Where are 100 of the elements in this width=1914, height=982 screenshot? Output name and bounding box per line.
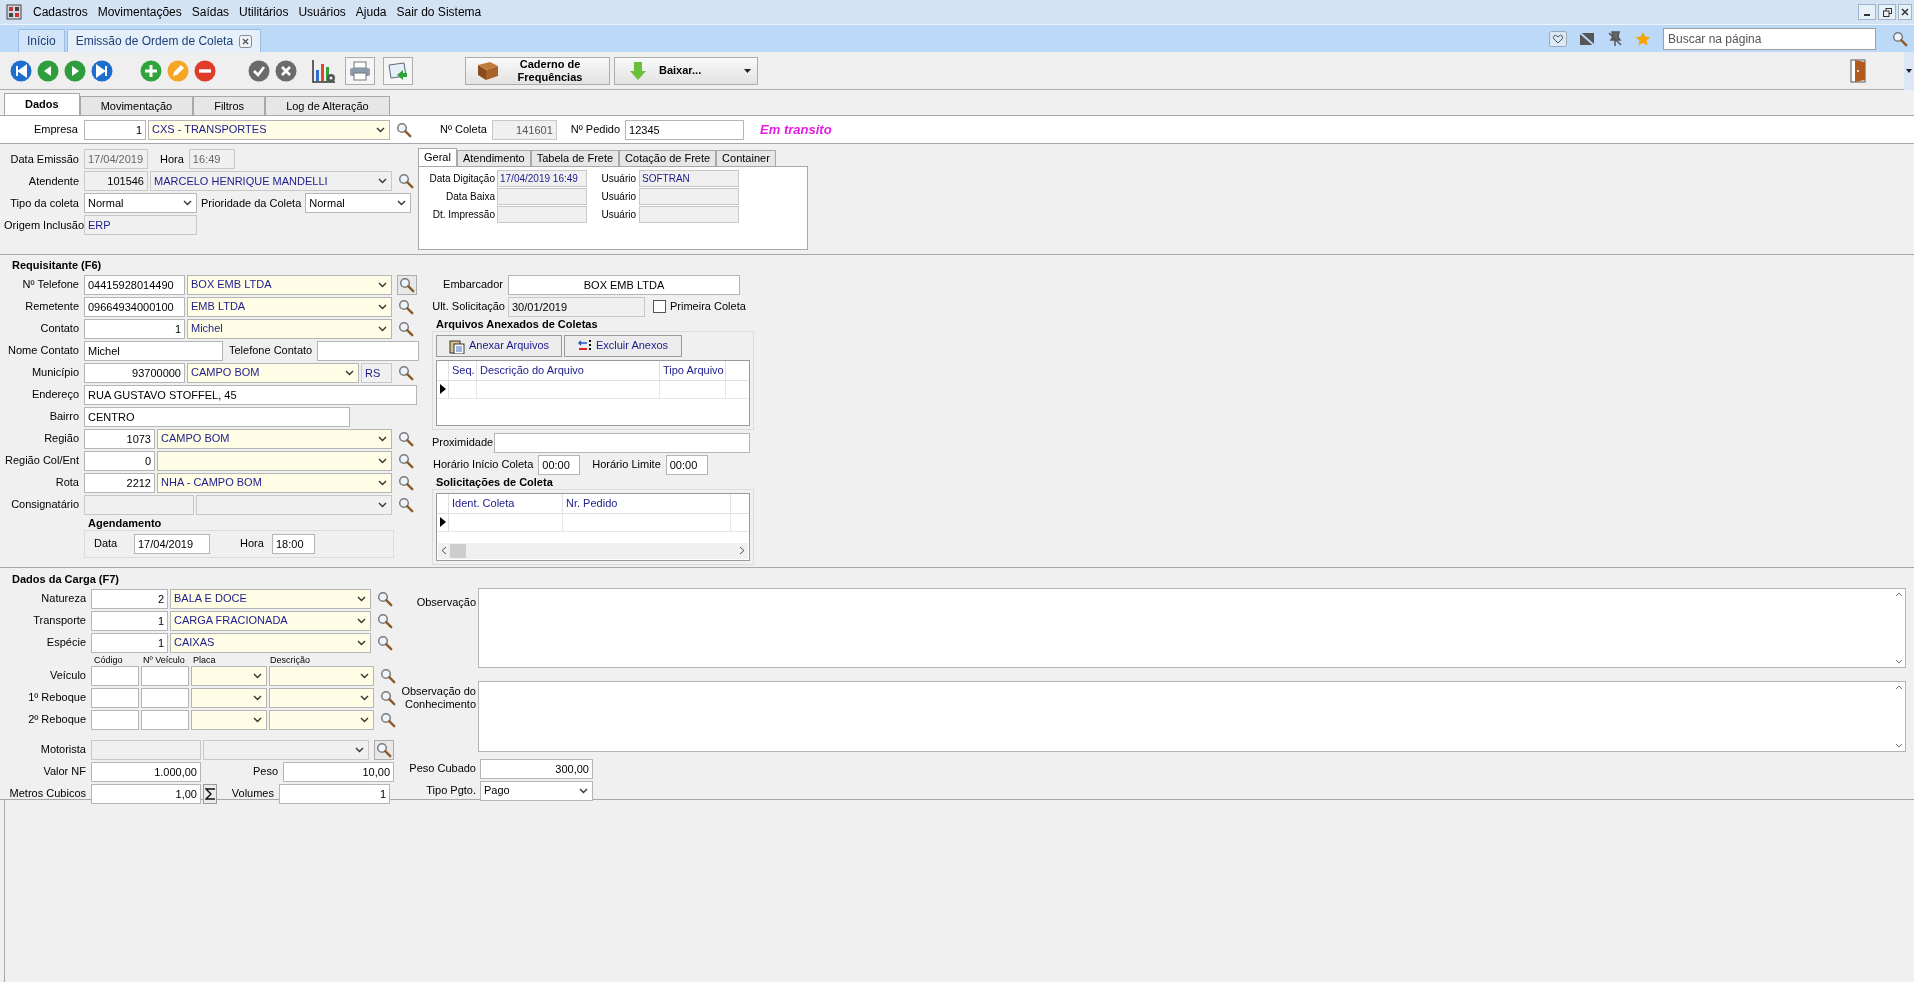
- data-grid[interactable]: Ident. Coleta Nr. Pedido: [436, 492, 750, 561]
- document-tab[interactable]: Emissão de Ordem de Coleta: [66, 29, 262, 52]
- column-header[interactable]: Seq.: [449, 360, 477, 380]
- download-button[interactable]: Baixar...: [614, 56, 758, 85]
- info-tab[interactable]: Geral: [418, 148, 457, 166]
- printer-button[interactable]: [345, 56, 375, 85]
- dropdown-field[interactable]: BALA E DOCE: [170, 588, 371, 609]
- text-field[interactable]: [141, 687, 189, 708]
- close-tab-icon[interactable]: [239, 34, 253, 48]
- text-field[interactable]: 17/04/2019: [84, 149, 148, 169]
- attach-files-button[interactable]: Anexar Arquivos: [436, 334, 562, 357]
- text-field[interactable]: [91, 709, 139, 730]
- menu-item[interactable]: Sair do Sistema: [391, 3, 487, 21]
- text-field[interactable]: [91, 739, 201, 760]
- minimize-button[interactable]: [1858, 4, 1876, 20]
- text-field[interactable]: 18:00: [272, 533, 315, 554]
- export-button[interactable]: [383, 56, 413, 85]
- notebook-button[interactable]: Caderno de Frequências: [465, 56, 610, 85]
- dropdown-field[interactable]: [191, 665, 267, 686]
- column-header[interactable]: Nr. Pedido: [563, 493, 731, 513]
- text-field[interactable]: 1.000,00: [91, 761, 201, 782]
- menu-item[interactable]: Utilitários: [234, 3, 294, 21]
- search-icon[interactable]: [398, 452, 414, 469]
- remove-icon[interactable]: [194, 59, 216, 82]
- unpin-icon[interactable]: [1607, 30, 1623, 47]
- search-icon[interactable]: [398, 320, 414, 337]
- text-field[interactable]: 1: [91, 632, 168, 653]
- dropdown-field[interactable]: NHA - CAMPO BOM: [157, 472, 392, 493]
- dropdown-field[interactable]: MARCELO HENRIQUE MANDELLI: [150, 171, 392, 191]
- text-field[interactable]: 1073: [84, 428, 155, 449]
- scroll-up-icon[interactable]: [1895, 591, 1903, 597]
- search-icon[interactable]: [398, 173, 414, 189]
- column-header[interactable]: Ident. Coleta: [449, 493, 563, 513]
- dropdown-field[interactable]: [157, 450, 392, 471]
- text-field[interactable]: [141, 709, 189, 730]
- text-field[interactable]: 17/04/2019: [134, 533, 210, 554]
- text-field[interactable]: 10,00: [283, 761, 394, 782]
- star-icon[interactable]: [1635, 30, 1651, 47]
- app-icon[interactable]: [6, 4, 22, 20]
- menu-item[interactable]: Ajuda: [350, 3, 392, 21]
- text-field[interactable]: [91, 665, 139, 686]
- text-field[interactable]: ERP: [84, 215, 197, 235]
- dropdown-field[interactable]: CAIXAS: [170, 632, 371, 653]
- dropdown-field[interactable]: [269, 665, 374, 686]
- search-icon[interactable]: [377, 590, 393, 607]
- info-tab[interactable]: Tabela de Frete: [530, 150, 620, 166]
- info-tab[interactable]: Atendimento: [456, 150, 531, 166]
- document-tab[interactable]: Início: [18, 29, 65, 52]
- text-field[interactable]: 300,00: [480, 758, 593, 779]
- dropdown-field[interactable]: [191, 687, 267, 708]
- dropdown-field[interactable]: CARGA FRACIONADA: [170, 610, 371, 631]
- restore-button[interactable]: [1878, 4, 1896, 20]
- search-icon[interactable]: [380, 667, 396, 684]
- text-field[interactable]: 30/01/2019: [508, 296, 645, 317]
- text-field[interactable]: RS: [361, 362, 392, 383]
- text-field[interactable]: 1: [279, 783, 390, 804]
- horizontal-scrollbar[interactable]: [438, 542, 748, 559]
- text-field[interactable]: [91, 687, 139, 708]
- search-icon[interactable]: [398, 474, 414, 491]
- dropdown-field[interactable]: [269, 687, 374, 708]
- form-tab[interactable]: Log de Alteração: [265, 96, 390, 115]
- cancel-icon[interactable]: [275, 59, 297, 82]
- scrollbar-thumb[interactable]: [450, 543, 466, 558]
- search-icon[interactable]: [377, 634, 393, 651]
- dropdown-field[interactable]: [196, 494, 392, 515]
- hide-screen-icon[interactable]: [1579, 30, 1595, 47]
- menu-item[interactable]: Saídas: [186, 3, 235, 21]
- column-header[interactable]: Descrição do Arquivo: [477, 360, 660, 380]
- text-field[interactable]: RUA GUSTAVO STOFFEL, 45: [84, 384, 417, 405]
- dropdown-field[interactable]: CXS - TRANSPORTES: [148, 119, 390, 140]
- previous-icon[interactable]: [37, 59, 59, 82]
- text-field[interactable]: BOX EMB LTDA: [508, 274, 740, 295]
- text-field[interactable]: 00:00: [538, 454, 581, 475]
- checkbox[interactable]: [653, 300, 666, 313]
- text-field[interactable]: Michel: [84, 340, 223, 361]
- text-field[interactable]: 00:00: [665, 454, 708, 475]
- search-field[interactable]: Buscar na página: [1663, 27, 1876, 50]
- text-field[interactable]: 101546: [84, 171, 148, 191]
- menu-item[interactable]: Cadastros: [28, 3, 93, 21]
- search-icon[interactable]: [398, 430, 414, 447]
- text-field[interactable]: 04415928014490: [84, 274, 185, 295]
- close-button[interactable]: [1898, 4, 1912, 20]
- search-button[interactable]: [397, 274, 417, 295]
- text-field[interactable]: 1: [84, 119, 146, 140]
- dropdown-field[interactable]: [191, 709, 267, 730]
- chart-settings-icon[interactable]: [311, 57, 337, 84]
- search-icon[interactable]: [398, 496, 414, 513]
- form-tab[interactable]: Dados: [4, 93, 80, 115]
- data-grid[interactable]: Seq. Descrição do Arquivo Tipo Arquivo: [436, 359, 750, 426]
- menu-item[interactable]: Movimentações: [92, 3, 187, 21]
- search-icon[interactable]: [396, 121, 412, 138]
- text-field[interactable]: 09664934000100: [84, 296, 185, 317]
- last-record-icon[interactable]: [91, 59, 113, 82]
- dropdown-field[interactable]: Pago: [480, 780, 593, 801]
- search-icon[interactable]: [398, 298, 414, 315]
- search-icon[interactable]: [1892, 30, 1908, 47]
- scroll-left-icon[interactable]: [441, 546, 447, 555]
- door-icon[interactable]: [1850, 58, 1866, 83]
- dropdown-field[interactable]: BOX EMB LTDA: [187, 274, 392, 295]
- text-field[interactable]: [141, 665, 189, 686]
